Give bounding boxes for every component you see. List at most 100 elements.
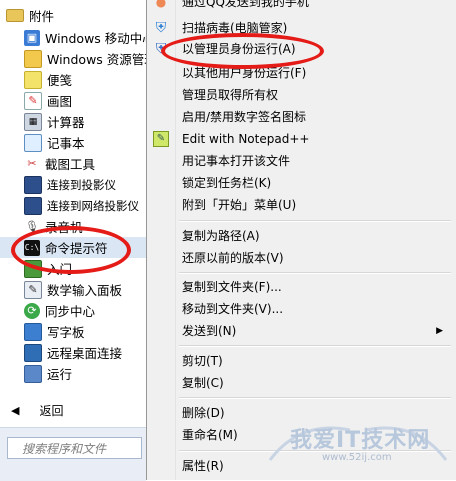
menu-item-send-to-phone[interactable]: ● 通过QQ发送到我的手机 bbox=[147, 0, 455, 12]
folder-label: 附件 bbox=[29, 9, 55, 24]
program-item-wordpad[interactable]: 写字板 bbox=[0, 321, 146, 342]
back-arrow-icon: ◀ bbox=[11, 403, 20, 417]
program-item-network-projector[interactable]: 连接到网络投影仪 bbox=[0, 195, 146, 216]
program-label: 录音机 bbox=[45, 220, 83, 235]
qq-icon: ● bbox=[155, 0, 167, 9]
program-item-calculator[interactable]: ▦ 计算器 bbox=[0, 111, 146, 132]
menu-item-label: 发送到(N) bbox=[182, 324, 237, 338]
math-input-icon: ✎ bbox=[24, 280, 42, 299]
menu-item-label: 以其他用户身份运行(F) bbox=[182, 66, 307, 80]
watermark: 我爱IT技术网 www.52ij.com bbox=[260, 400, 456, 480]
sync-center-icon: ⟳ bbox=[24, 302, 40, 319]
program-item-projector[interactable]: 连接到投影仪 bbox=[0, 174, 146, 195]
getting-started-icon bbox=[24, 259, 42, 278]
menu-separator bbox=[179, 272, 451, 274]
menu-item-label: 复制为路径(A) bbox=[182, 229, 260, 243]
menu-item-pin-to-start[interactable]: 附到「开始」菜单(U) bbox=[147, 194, 455, 215]
program-label: 便笺 bbox=[47, 73, 73, 88]
menu-item-restore-previous-versions[interactable]: 还原以前的版本(V) bbox=[147, 247, 455, 268]
calculator-icon: ▦ bbox=[24, 112, 42, 131]
menu-item-take-ownership[interactable]: 管理员取得所有权 bbox=[147, 84, 455, 105]
uac-shield-icon: ⛨ bbox=[155, 40, 167, 57]
sound-recorder-icon: 🎙 bbox=[25, 219, 39, 233]
pc-manager-shield-icon: ⛨ bbox=[155, 19, 167, 36]
notepad-icon bbox=[24, 133, 42, 152]
program-label: Windows 资源管理 bbox=[47, 52, 146, 67]
back-button[interactable]: ◀ 返回 bbox=[0, 400, 146, 420]
program-label: Windows 移动中心 bbox=[45, 31, 146, 46]
program-label: 远程桌面连接 bbox=[47, 346, 123, 361]
menu-item-run-as-other-user[interactable]: 以其他用户身份运行(F) bbox=[147, 62, 455, 83]
menu-item-label: Edit with Notepad++ bbox=[182, 131, 310, 146]
watermark-url: www.52ij.com bbox=[322, 452, 392, 463]
wordpad-icon bbox=[24, 322, 42, 341]
menu-item-open-with-notepad[interactable]: 用记事本打开该文件 bbox=[147, 150, 455, 171]
program-label: 记事本 bbox=[47, 136, 85, 151]
program-item-mobility-center[interactable]: ▣ Windows 移动中心 bbox=[0, 27, 146, 48]
folder-icon bbox=[6, 9, 24, 22]
program-label: 同步中心 bbox=[45, 304, 96, 319]
program-item-getting-started[interactable]: 入门 bbox=[0, 258, 146, 279]
mobility-center-icon: ▣ bbox=[24, 29, 40, 46]
menu-item-label: 重命名(M) bbox=[182, 428, 238, 442]
program-item-math-input[interactable]: ✎ 数学输入面板 bbox=[0, 279, 146, 300]
menu-item-label: 锁定到任务栏(K) bbox=[182, 176, 272, 190]
program-label: 写字板 bbox=[47, 325, 85, 340]
menu-item-label: 附到「开始」菜单(U) bbox=[182, 198, 297, 212]
menu-item-label: 复制到文件夹(F)... bbox=[182, 280, 282, 294]
explorer-icon bbox=[24, 49, 42, 68]
menu-item-cut[interactable]: 剪切(T) bbox=[147, 350, 455, 371]
program-item-sticky-notes[interactable]: 便笺 bbox=[0, 69, 146, 90]
menu-separator bbox=[179, 220, 451, 222]
search-input[interactable]: 搜索程序和文件 bbox=[7, 437, 142, 459]
snipping-tool-icon: ✂ bbox=[27, 156, 37, 170]
menu-item-label: 剪切(T) bbox=[182, 354, 223, 368]
run-icon bbox=[24, 364, 42, 383]
program-label: 连接到投影仪 bbox=[47, 177, 116, 192]
menu-separator bbox=[179, 345, 451, 347]
watermark-title: 我爱IT技术网 bbox=[290, 428, 431, 453]
program-item-sound-recorder[interactable]: 🎙 录音机 bbox=[0, 216, 146, 237]
menu-item-label: 以管理员身份运行(A) bbox=[182, 42, 296, 56]
menu-item-label: 删除(D) bbox=[182, 406, 225, 420]
program-item-snipping-tool[interactable]: ✂ 截图工具 bbox=[0, 153, 146, 174]
program-label: 计算器 bbox=[47, 115, 85, 130]
program-label: 命令提示符 bbox=[45, 241, 108, 256]
program-label: 截图工具 bbox=[45, 157, 96, 172]
program-item-run[interactable]: 运行 bbox=[0, 363, 146, 384]
program-item-paint[interactable]: ✎ 画图 bbox=[0, 90, 146, 111]
accessories-folder[interactable]: 附件 bbox=[0, 5, 146, 26]
menu-item-copy[interactable]: 复制(C) bbox=[147, 372, 455, 393]
program-item-sync-center[interactable]: ⟳ 同步中心 bbox=[0, 300, 146, 321]
menu-item-copy-as-path[interactable]: 复制为路径(A) bbox=[147, 225, 455, 246]
notepad-plus-plus-icon: ✎ bbox=[153, 130, 169, 147]
menu-item-edit-notepad-plus-plus[interactable]: ✎ Edit with Notepad++ bbox=[147, 128, 455, 149]
program-item-command-prompt[interactable]: C:\ 命令提示符 bbox=[0, 237, 146, 258]
menu-item-label: 属性(R) bbox=[182, 459, 224, 473]
paint-icon: ✎ bbox=[24, 91, 42, 110]
menu-item-label: 启用/禁用数字签名图标 bbox=[182, 110, 307, 124]
menu-item-run-as-admin[interactable]: ⛨ 以管理员身份运行(A) bbox=[147, 38, 455, 59]
program-label: 数学输入面板 bbox=[47, 283, 123, 298]
menu-item-label: 扫描病毒(电脑管家) bbox=[182, 21, 288, 35]
projector-icon bbox=[24, 175, 42, 194]
program-item-explorer[interactable]: Windows 资源管理 bbox=[0, 48, 146, 69]
menu-item-pin-to-taskbar[interactable]: 锁定到任务栏(K) bbox=[147, 172, 455, 193]
menu-item-copy-to-folder[interactable]: 复制到文件夹(F)... bbox=[147, 276, 455, 297]
program-item-notepad[interactable]: 记事本 bbox=[0, 132, 146, 153]
menu-item-toggle-signature-icon[interactable]: 启用/禁用数字签名图标 bbox=[147, 106, 455, 127]
remote-desktop-icon bbox=[24, 343, 42, 362]
network-projector-icon bbox=[24, 196, 42, 215]
menu-item-move-to-folder[interactable]: 移动到文件夹(V)... bbox=[147, 298, 455, 319]
program-label: 画图 bbox=[47, 94, 73, 109]
menu-item-label: 管理员取得所有权 bbox=[182, 88, 279, 102]
menu-item-scan-virus[interactable]: ⛨ 扫描病毒(电脑管家) bbox=[147, 17, 455, 38]
search-placeholder: 搜索程序和文件 bbox=[22, 441, 107, 456]
program-item-remote-desktop[interactable]: 远程桌面连接 bbox=[0, 342, 146, 363]
back-label: 返回 bbox=[39, 403, 64, 418]
menu-item-send-to[interactable]: 发送到(N) ▶ bbox=[147, 320, 455, 341]
menu-item-label: 移动到文件夹(V)... bbox=[182, 302, 284, 316]
sticky-notes-icon bbox=[24, 70, 42, 89]
program-label: 连接到网络投影仪 bbox=[47, 198, 139, 213]
menu-item-label: 用记事本打开该文件 bbox=[182, 154, 291, 168]
